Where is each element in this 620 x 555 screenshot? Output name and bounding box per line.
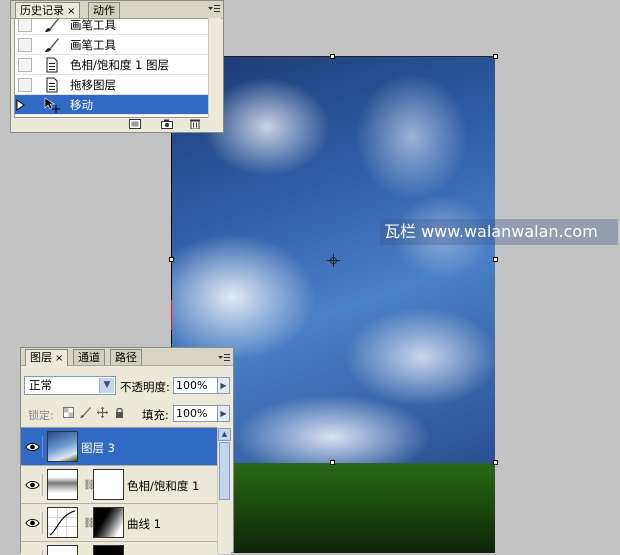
opacity-label: 不透明度: <box>120 380 170 394</box>
history-item-label: 移动 <box>70 98 93 112</box>
move-icon <box>44 97 60 113</box>
canvas-left-edge-mark-red <box>171 300 172 330</box>
lock-label: 锁定: <box>28 409 54 422</box>
tab-paths-label: 路径 <box>115 351 137 364</box>
opacity-slider-button[interactable]: ▶ <box>217 377 230 394</box>
lock-transparent-pixels-icon[interactable] <box>63 407 74 418</box>
lock-all-icon[interactable] <box>114 407 125 418</box>
history-source-checkbox[interactable] <box>18 58 32 72</box>
brush-icon <box>45 38 59 52</box>
history-source-checkbox[interactable] <box>18 78 32 92</box>
tab-channels-label: 通道 <box>78 351 100 364</box>
document-icon <box>46 77 58 93</box>
history-item-selected[interactable]: 移动 <box>15 95 208 115</box>
tab-channels[interactable]: 通道 <box>73 349 105 365</box>
history-panel-tabbar: 历史记录 × 动作 <box>11 1 223 19</box>
eye-icon[interactable] <box>23 436 43 458</box>
history-item-label: 拖移图层 <box>70 78 116 92</box>
history-footer <box>11 117 223 132</box>
transform-handle-bottom-right[interactable] <box>493 460 498 465</box>
history-item[interactable]: 画笔工具 <box>15 18 208 35</box>
history-item-label: 画笔工具 <box>70 18 116 32</box>
history-item-label: 色相/饱和度 1 图层 <box>70 58 170 72</box>
transform-reference-point-icon[interactable] <box>327 254 340 267</box>
tab-history-label: 历史记录 <box>20 4 64 17</box>
fill-slider-button[interactable]: ▶ <box>217 405 230 422</box>
layer-mask-thumbnail <box>93 507 124 538</box>
transform-handle-top-center[interactable] <box>330 54 335 59</box>
panel-menu-icon[interactable] <box>218 353 230 363</box>
fill-input[interactable]: 100% <box>173 405 218 422</box>
blend-mode-value: 正常 <box>29 378 52 392</box>
curves-adjustment-thumbnail <box>47 507 78 538</box>
history-source-checkbox[interactable] <box>18 19 32 32</box>
history-item[interactable]: 色相/饱和度 1 图层 <box>15 55 208 75</box>
layer-row[interactable] <box>21 542 218 555</box>
document-icon <box>46 57 58 73</box>
tab-close-icon[interactable]: × <box>67 6 75 17</box>
new-snapshot-icon[interactable] <box>161 119 173 129</box>
layer-mask-thumbnail <box>93 545 124 555</box>
layer-row[interactable]: ⛓ 曲线 1 <box>21 504 218 542</box>
eye-icon[interactable] <box>23 512 43 534</box>
tab-paths[interactable]: 路径 <box>110 349 142 365</box>
watermark-text: 瓦栏 www.walanwalan.com <box>380 219 618 245</box>
layer-mask-thumbnail <box>93 469 124 500</box>
blend-mode-select[interactable]: 正常 ▼ <box>24 376 116 395</box>
tab-actions-label: 动作 <box>93 4 115 17</box>
layer-name: 色相/饱和度 1 <box>127 479 200 493</box>
history-item[interactable]: 画笔工具 <box>15 35 208 55</box>
history-panel: 历史记录 × 动作 画笔工具 画笔工具 色相/饱和度 1 图层 拖移图层 移动 <box>10 0 224 133</box>
layers-scrollbar[interactable]: ▲ <box>217 427 231 554</box>
eye-icon[interactable] <box>23 474 43 496</box>
layer-name: 图层 3 <box>81 441 115 455</box>
tab-layers-label: 图层 <box>30 351 52 364</box>
history-item[interactable]: 拖移图层 <box>15 75 208 95</box>
lock-image-pixels-icon[interactable] <box>80 407 91 418</box>
tab-actions[interactable]: 动作 <box>88 2 120 18</box>
layers-panel-tabbar: 图层 × 通道 路径 <box>21 348 233 366</box>
tab-close-icon[interactable]: × <box>55 353 63 364</box>
transform-handle-middle-left[interactable] <box>169 257 174 262</box>
lock-position-icon[interactable] <box>97 407 108 418</box>
adjustment-layer-thumbnail <box>47 469 78 500</box>
brush-icon <box>45 19 59 32</box>
layer-thumbnail <box>47 545 78 555</box>
scroll-up-button[interactable]: ▲ <box>218 428 231 441</box>
scroll-thumb[interactable] <box>219 442 230 500</box>
tab-history[interactable]: 历史记录 × <box>15 2 81 19</box>
history-list: 画笔工具 画笔工具 色相/饱和度 1 图层 拖移图层 移动 <box>14 18 209 118</box>
layer-name: 曲线 1 <box>127 517 161 531</box>
history-source-checkbox[interactable] <box>18 38 32 52</box>
delete-icon[interactable] <box>189 119 201 129</box>
opacity-input[interactable]: 100% <box>173 377 218 394</box>
panel-menu-icon[interactable] <box>208 4 220 14</box>
chevron-down-icon[interactable]: ▼ <box>99 378 114 393</box>
layers-panel: 图层 × 通道 路径 正常 ▼ 不透明度: 100% ▶ 锁定: 填充: 100… <box>20 347 234 555</box>
fill-label: 填充: <box>142 408 169 422</box>
layer-row[interactable]: 图层 3 <box>21 428 218 466</box>
tab-layers[interactable]: 图层 × <box>25 349 69 366</box>
layer-row[interactable]: ⛓ 色相/饱和度 1 <box>21 466 218 504</box>
new-document-from-state-icon[interactable] <box>129 119 141 129</box>
transform-handle-middle-right[interactable] <box>493 257 498 262</box>
layer-list: 图层 3 ⛓ 色相/饱和度 1 ⛓ 曲线 1 <box>21 427 218 555</box>
transform-handle-top-right[interactable] <box>493 54 498 59</box>
history-scrollbar[interactable] <box>208 18 221 118</box>
layer-thumbnail <box>47 431 78 462</box>
transform-handle-bottom-center[interactable] <box>330 460 335 465</box>
history-item-label: 画笔工具 <box>70 38 116 52</box>
history-state-slider-icon[interactable] <box>16 99 26 111</box>
